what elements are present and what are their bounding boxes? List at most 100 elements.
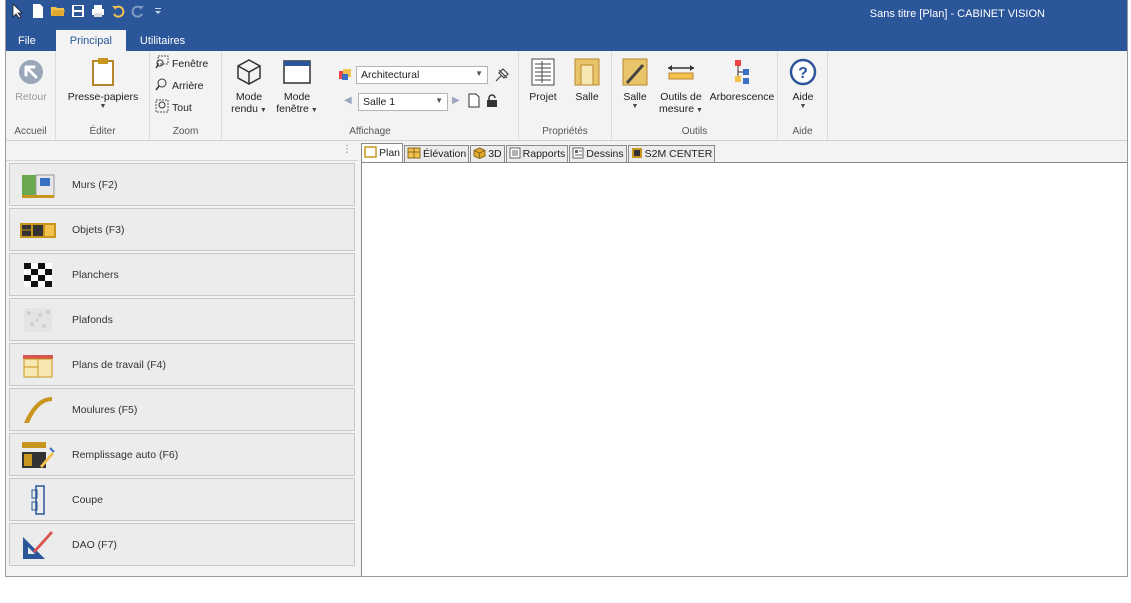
- room-select-value: Salle 1: [363, 96, 396, 108]
- cad-icon: [18, 527, 58, 563]
- left-item-label: Moulures (F5): [72, 403, 138, 416]
- room-select[interactable]: Salle 1 ▼: [358, 93, 448, 111]
- tab-s2m-center[interactable]: S2M CENTER: [627, 145, 716, 162]
- help-icon: ?: [786, 55, 820, 89]
- zoom-arriere-button[interactable]: Arrière: [155, 77, 204, 94]
- reports-icon: [509, 147, 521, 162]
- pin-icon[interactable]: [494, 67, 510, 86]
- chevron-down-icon: ▼: [99, 103, 107, 110]
- zoom-out-icon: [155, 77, 169, 94]
- tab-plan[interactable]: Plan: [361, 143, 404, 162]
- elevation-icon: [407, 147, 421, 162]
- zoom-fenetre-label: Fenêtre: [172, 57, 209, 70]
- zoom-fenetre-button[interactable]: Fenêtre: [155, 55, 208, 72]
- mode-fenetre-label-2: fenêtre: [276, 103, 309, 115]
- projet-button[interactable]: Projet: [525, 55, 561, 103]
- tab-rapports[interactable]: Rapports: [505, 145, 569, 162]
- plan-icon: [364, 145, 377, 161]
- tab-principal[interactable]: Principal: [55, 30, 126, 51]
- previous-room-icon[interactable]: ◀: [344, 95, 352, 106]
- open-folder-icon[interactable]: [50, 3, 66, 19]
- new-room-icon[interactable]: [468, 93, 480, 111]
- panel-grip-icon[interactable]: ⋮: [342, 144, 352, 155]
- moldings-icon: [18, 392, 58, 428]
- left-item-plans-travail[interactable]: Plans de travail (F4): [9, 343, 355, 386]
- walls-icon: [18, 167, 58, 203]
- floors-icon: [18, 257, 58, 293]
- salle-tools-button[interactable]: Salle ▼: [616, 55, 654, 111]
- project-properties-icon: [526, 55, 560, 89]
- s2m-center-icon: [631, 147, 643, 162]
- chevron-down-icon: ▼: [257, 107, 267, 114]
- tab-file[interactable]: File: [6, 30, 48, 51]
- left-item-moulures[interactable]: Moulures (F5): [9, 388, 355, 431]
- ceilings-icon: [18, 302, 58, 338]
- left-item-objets[interactable]: Objets (F3): [9, 208, 355, 251]
- presse-papiers-label: Presse-papiers: [67, 91, 139, 103]
- left-item-label: Objets (F3): [72, 223, 125, 236]
- tab-elevation[interactable]: Élévation: [404, 145, 470, 162]
- chevron-down-icon: ▼: [799, 103, 807, 110]
- clipboard-icon: [86, 55, 120, 89]
- left-item-label: Plans de travail (F4): [72, 358, 166, 371]
- room-properties-icon: [570, 55, 604, 89]
- aide-label: Aide: [792, 91, 814, 103]
- drawings-icon: [572, 147, 584, 162]
- group-editer: Presse-papiers ▼ Éditer: [56, 51, 150, 140]
- quick-access-toolbar: [10, 3, 166, 19]
- app-window: Sans titre [Plan] - CABINET VISION File …: [5, 0, 1128, 577]
- salle-properties-button[interactable]: Salle: [569, 55, 605, 103]
- undo-icon[interactable]: [110, 3, 126, 19]
- pointer-icon[interactable]: [10, 3, 26, 19]
- window-mode-icon: [280, 55, 314, 89]
- group-label-zoom: Zoom: [172, 126, 199, 137]
- left-item-plafonds[interactable]: Plafonds: [9, 298, 355, 341]
- view-tabs: Plan Élévation 3D Rapports Dessins S2M C…: [361, 143, 1127, 162]
- chevron-down-icon: ▼: [631, 103, 639, 110]
- salle-tools-label: Salle: [623, 91, 647, 103]
- lock-icon[interactable]: [486, 94, 498, 111]
- zoom-tout-button[interactable]: Tout: [155, 99, 192, 116]
- left-item-label: Coupe: [72, 493, 103, 506]
- left-item-murs[interactable]: Murs (F2): [9, 163, 355, 206]
- customize-icon[interactable]: [150, 3, 166, 19]
- mode-rendu-button[interactable]: Mode rendu ▼: [226, 55, 272, 115]
- left-item-remplissage[interactable]: Remplissage auto (F6): [9, 433, 355, 476]
- tree-icon: [725, 55, 759, 89]
- arborescence-button[interactable]: Arborescence: [708, 55, 776, 103]
- save-icon[interactable]: [70, 3, 86, 19]
- print-icon[interactable]: [90, 3, 106, 19]
- group-label-outils: Outils: [681, 126, 708, 137]
- group-label-accueil: Accueil: [14, 126, 47, 137]
- group-label-affichage: Affichage: [349, 126, 391, 137]
- salle-properties-label: Salle: [575, 91, 599, 103]
- group-zoom: Fenêtre Arrière Tout Zoom: [150, 51, 222, 140]
- tab-dessins[interactable]: Dessins: [569, 145, 627, 162]
- group-label-proprietes: Propriétés: [542, 126, 588, 137]
- chevron-down-icon: ▼: [694, 107, 703, 114]
- left-item-planchers[interactable]: Planchers: [9, 253, 355, 296]
- tab-utilitaires[interactable]: Utilitaires: [126, 30, 199, 51]
- tab-3d[interactable]: 3D: [470, 145, 505, 162]
- left-item-dao[interactable]: DAO (F7): [9, 523, 355, 566]
- mode-fenetre-button[interactable]: Mode fenêtre ▼: [272, 55, 322, 115]
- view-style-select[interactable]: Architectural ▼: [356, 66, 488, 84]
- left-item-coupe[interactable]: Coupe: [9, 478, 355, 521]
- outils-mesure-button[interactable]: Outils de mesure ▼: [654, 55, 708, 115]
- plan-canvas[interactable]: [361, 162, 1127, 576]
- back-arrow-icon: [14, 55, 48, 89]
- redo-icon[interactable]: [130, 3, 146, 19]
- arborescence-label: Arborescence: [709, 91, 775, 103]
- new-file-icon[interactable]: [30, 3, 46, 19]
- presse-papiers-button[interactable]: Presse-papiers ▼: [62, 55, 144, 111]
- group-accueil: Retour Accueil: [6, 51, 56, 140]
- mode-fenetre-label-1: Mode: [283, 91, 311, 103]
- tab-3d-label: 3D: [488, 148, 502, 160]
- zoom-tout-label: Tout: [172, 101, 192, 114]
- objects-icon: [18, 212, 58, 248]
- aide-button[interactable]: ? Aide ▼: [784, 55, 822, 111]
- chevron-down-icon: ▼: [435, 96, 443, 105]
- retour-label: Retour: [15, 91, 47, 103]
- next-room-icon[interactable]: ▶: [452, 95, 460, 106]
- retour-button[interactable]: Retour: [11, 55, 51, 103]
